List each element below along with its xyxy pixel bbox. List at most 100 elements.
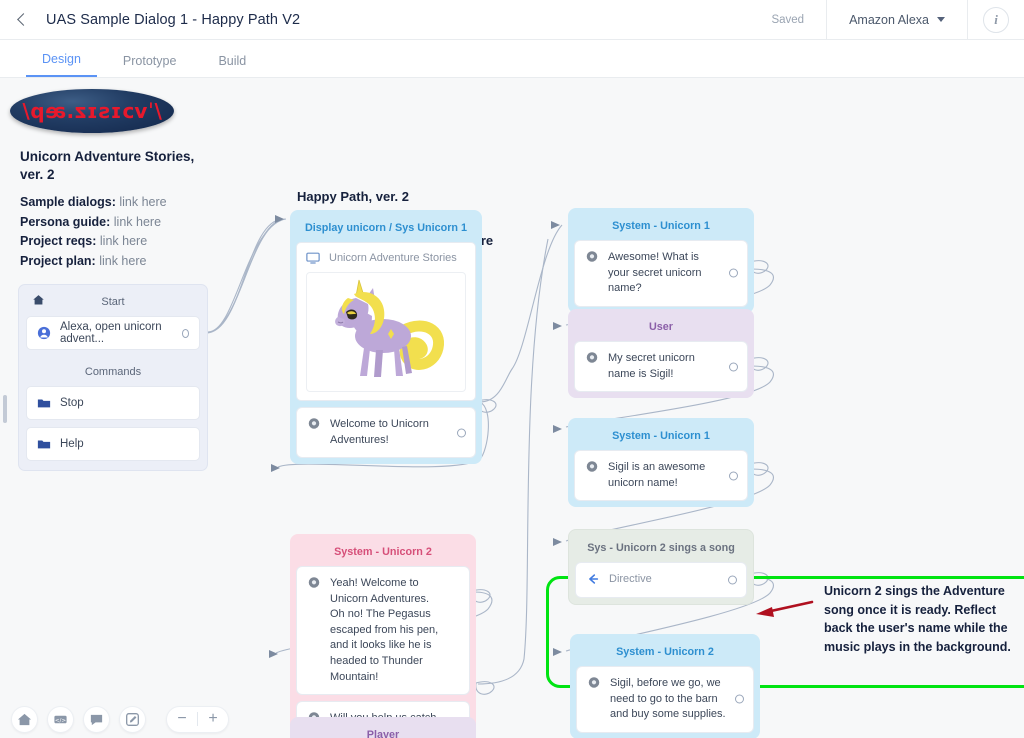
card-button[interactable]: </> — [47, 705, 74, 733]
back-button[interactable] — [0, 0, 46, 39]
card-header: System - Unicorn 1 — [612, 430, 710, 442]
link-row: Project reqs: link here — [20, 232, 250, 252]
speech-text: Welcome to Unicorn Adventures! — [330, 418, 429, 446]
home-icon — [17, 713, 32, 725]
chat-icon — [90, 714, 103, 725]
speech-icon — [308, 418, 320, 429]
link-persona-guide[interactable]: link here — [114, 215, 161, 229]
chevron-down-icon — [937, 17, 945, 22]
project-links: Sample dialogs: link here Persona guide:… — [20, 193, 250, 272]
platform-selector[interactable]: Amazon Alexa — [826, 0, 968, 39]
project-title: Unicorn Adventure Stories, ver. 2 — [20, 149, 195, 182]
edit-button[interactable] — [119, 705, 146, 733]
command-stop[interactable]: Stop — [26, 386, 200, 420]
link-row: Persona guide: link here — [20, 213, 250, 233]
link-row: Sample dialogs: link here — [20, 193, 250, 213]
monitor-icon — [306, 252, 320, 264]
tab-prototype[interactable]: Prototype — [107, 54, 193, 77]
flow-title: Happy Path, ver. 2 — [297, 189, 409, 204]
start-node-header: Start — [26, 292, 200, 316]
invocation-text: Alexa, open unicorn advent... — [60, 321, 162, 345]
card-header: System - Unicorn 2 — [334, 546, 432, 558]
voicesapp-logo: /ˈvɔɪsɪz.æp/ — [10, 89, 174, 133]
speech-text: Awesome! What is your secret unicorn nam… — [608, 251, 702, 295]
card-header: Display unicorn / Sys Unicorn 1 — [305, 222, 467, 234]
arrow-left-icon — [589, 574, 599, 584]
speech-bubble[interactable]: Awesome! What is your secret unicorn nam… — [574, 240, 748, 307]
start-node[interactable]: Start Alexa, open unicorn advent... Comm… — [18, 284, 208, 471]
link-project-reqs[interactable]: link here — [100, 234, 147, 248]
card-system-unicorn-1-a[interactable]: System - Unicorn 1 Awesome! What is your… — [568, 208, 754, 313]
speech-icon — [586, 251, 598, 262]
speech-icon — [586, 461, 598, 472]
user-icon — [37, 326, 51, 340]
speech-bubble[interactable]: Yeah! Welcome to Unicorn Adventures. Oh … — [296, 566, 470, 696]
chevron-left-icon — [16, 13, 30, 26]
bottom-toolbar: </> − + — [0, 700, 1024, 738]
link-row: Project plan: link here — [20, 252, 250, 272]
page-title: UAS Sample Dialog 1 - Happy Path V2 — [46, 11, 301, 28]
svg-text:</>: </> — [55, 717, 67, 723]
zoom-in-button[interactable]: + — [198, 711, 228, 727]
chat-button[interactable] — [83, 705, 110, 733]
info-button-wrap: i — [968, 0, 1024, 39]
card-sings-a-song[interactable]: Sys - Unicorn 2 sings a song Directive — [568, 529, 754, 605]
commands-label: Commands — [84, 366, 142, 378]
card-user[interactable]: User My secret unicorn name is Sigil! — [568, 309, 754, 399]
screen-preview: Unicorn Adventure Stories — [296, 242, 476, 401]
screen-preview-title-row: Unicorn Adventure Stories — [306, 251, 466, 265]
platform-label: Amazon Alexa — [849, 12, 929, 27]
bubble-connector-dot[interactable] — [729, 471, 738, 481]
info-icon[interactable]: i — [983, 6, 1009, 33]
speech-icon — [588, 677, 600, 688]
screen-preview-title: Unicorn Adventure Stories — [329, 252, 457, 264]
home-icon — [33, 295, 44, 305]
directive-label: Directive — [609, 573, 652, 585]
unicorn-illustration — [306, 272, 466, 392]
folder-icon — [37, 399, 51, 408]
start-node-title: Start — [101, 296, 125, 308]
link-sample-dialogs[interactable]: link here — [119, 195, 166, 209]
card-system-unicorn-1-b[interactable]: System - Unicorn 1 Sigil is an awesome u… — [568, 418, 754, 508]
tab-build[interactable]: Build — [202, 54, 262, 77]
directive-row[interactable]: Directive — [575, 562, 747, 598]
speech-bubble[interactable]: Sigil is an awesome unicorn name! — [574, 450, 748, 502]
link-label: Project reqs: — [20, 234, 97, 249]
bubble-connector-dot[interactable] — [457, 428, 466, 438]
edit-icon — [126, 712, 139, 726]
card-icon: </> — [54, 715, 67, 723]
save-status: Saved — [771, 13, 805, 26]
speech-icon — [586, 352, 598, 363]
row-connector-dot[interactable] — [181, 328, 189, 338]
flow-canvas[interactable]: /ˈvɔɪsɪz.æp/ Unicorn Adventure Stories, … — [0, 79, 1024, 738]
speech-icon — [308, 577, 320, 588]
bubble-connector-dot[interactable] — [728, 575, 737, 585]
speech-bubble[interactable]: My secret unicorn name is Sigil! — [574, 341, 748, 393]
link-project-plan[interactable]: link here — [99, 254, 146, 268]
speech-bubble[interactable]: Welcome to Unicorn Adventures! — [296, 407, 476, 459]
link-label: Persona guide: — [20, 214, 111, 229]
card-header: User — [648, 321, 673, 333]
bubble-connector-dot[interactable] — [729, 268, 738, 278]
command-help[interactable]: Help — [26, 427, 200, 461]
bubble-connector-dot[interactable] — [729, 362, 738, 372]
tab-bar: Design Prototype Build — [0, 40, 1024, 78]
annotation-text: Unicorn 2 sings the Adventure song once … — [824, 584, 1011, 654]
speech-text: Sigil is an awesome unicorn name! — [608, 461, 706, 489]
home-button[interactable] — [11, 705, 38, 733]
canvas-scrollbar[interactable] — [3, 395, 7, 423]
speech-text: My secret unicorn name is Sigil! — [608, 352, 695, 380]
card-header: System - Unicorn 1 — [612, 220, 710, 232]
tab-design[interactable]: Design — [26, 52, 97, 77]
link-label: Project plan: — [20, 253, 96, 268]
invocation-row[interactable]: Alexa, open unicorn advent... — [26, 316, 200, 350]
logo-text: /ˈvɔɪsɪz.æp/ — [22, 99, 162, 123]
link-label: Sample dialogs: — [20, 195, 116, 209]
speech-text: Yeah! Welcome to Unicorn Adventures. Oh … — [330, 577, 439, 683]
card-header: Sys - Unicorn 2 sings a song — [587, 542, 735, 554]
card-display-unicorn[interactable]: Display unicorn / Sys Unicorn 1 Unicorn … — [290, 210, 482, 465]
app-header: UAS Sample Dialog 1 - Happy Path V2 Save… — [0, 0, 1024, 40]
folder-icon — [37, 440, 51, 449]
zoom-out-button[interactable]: − — [167, 711, 197, 727]
zoom-controls: − + — [166, 705, 229, 733]
